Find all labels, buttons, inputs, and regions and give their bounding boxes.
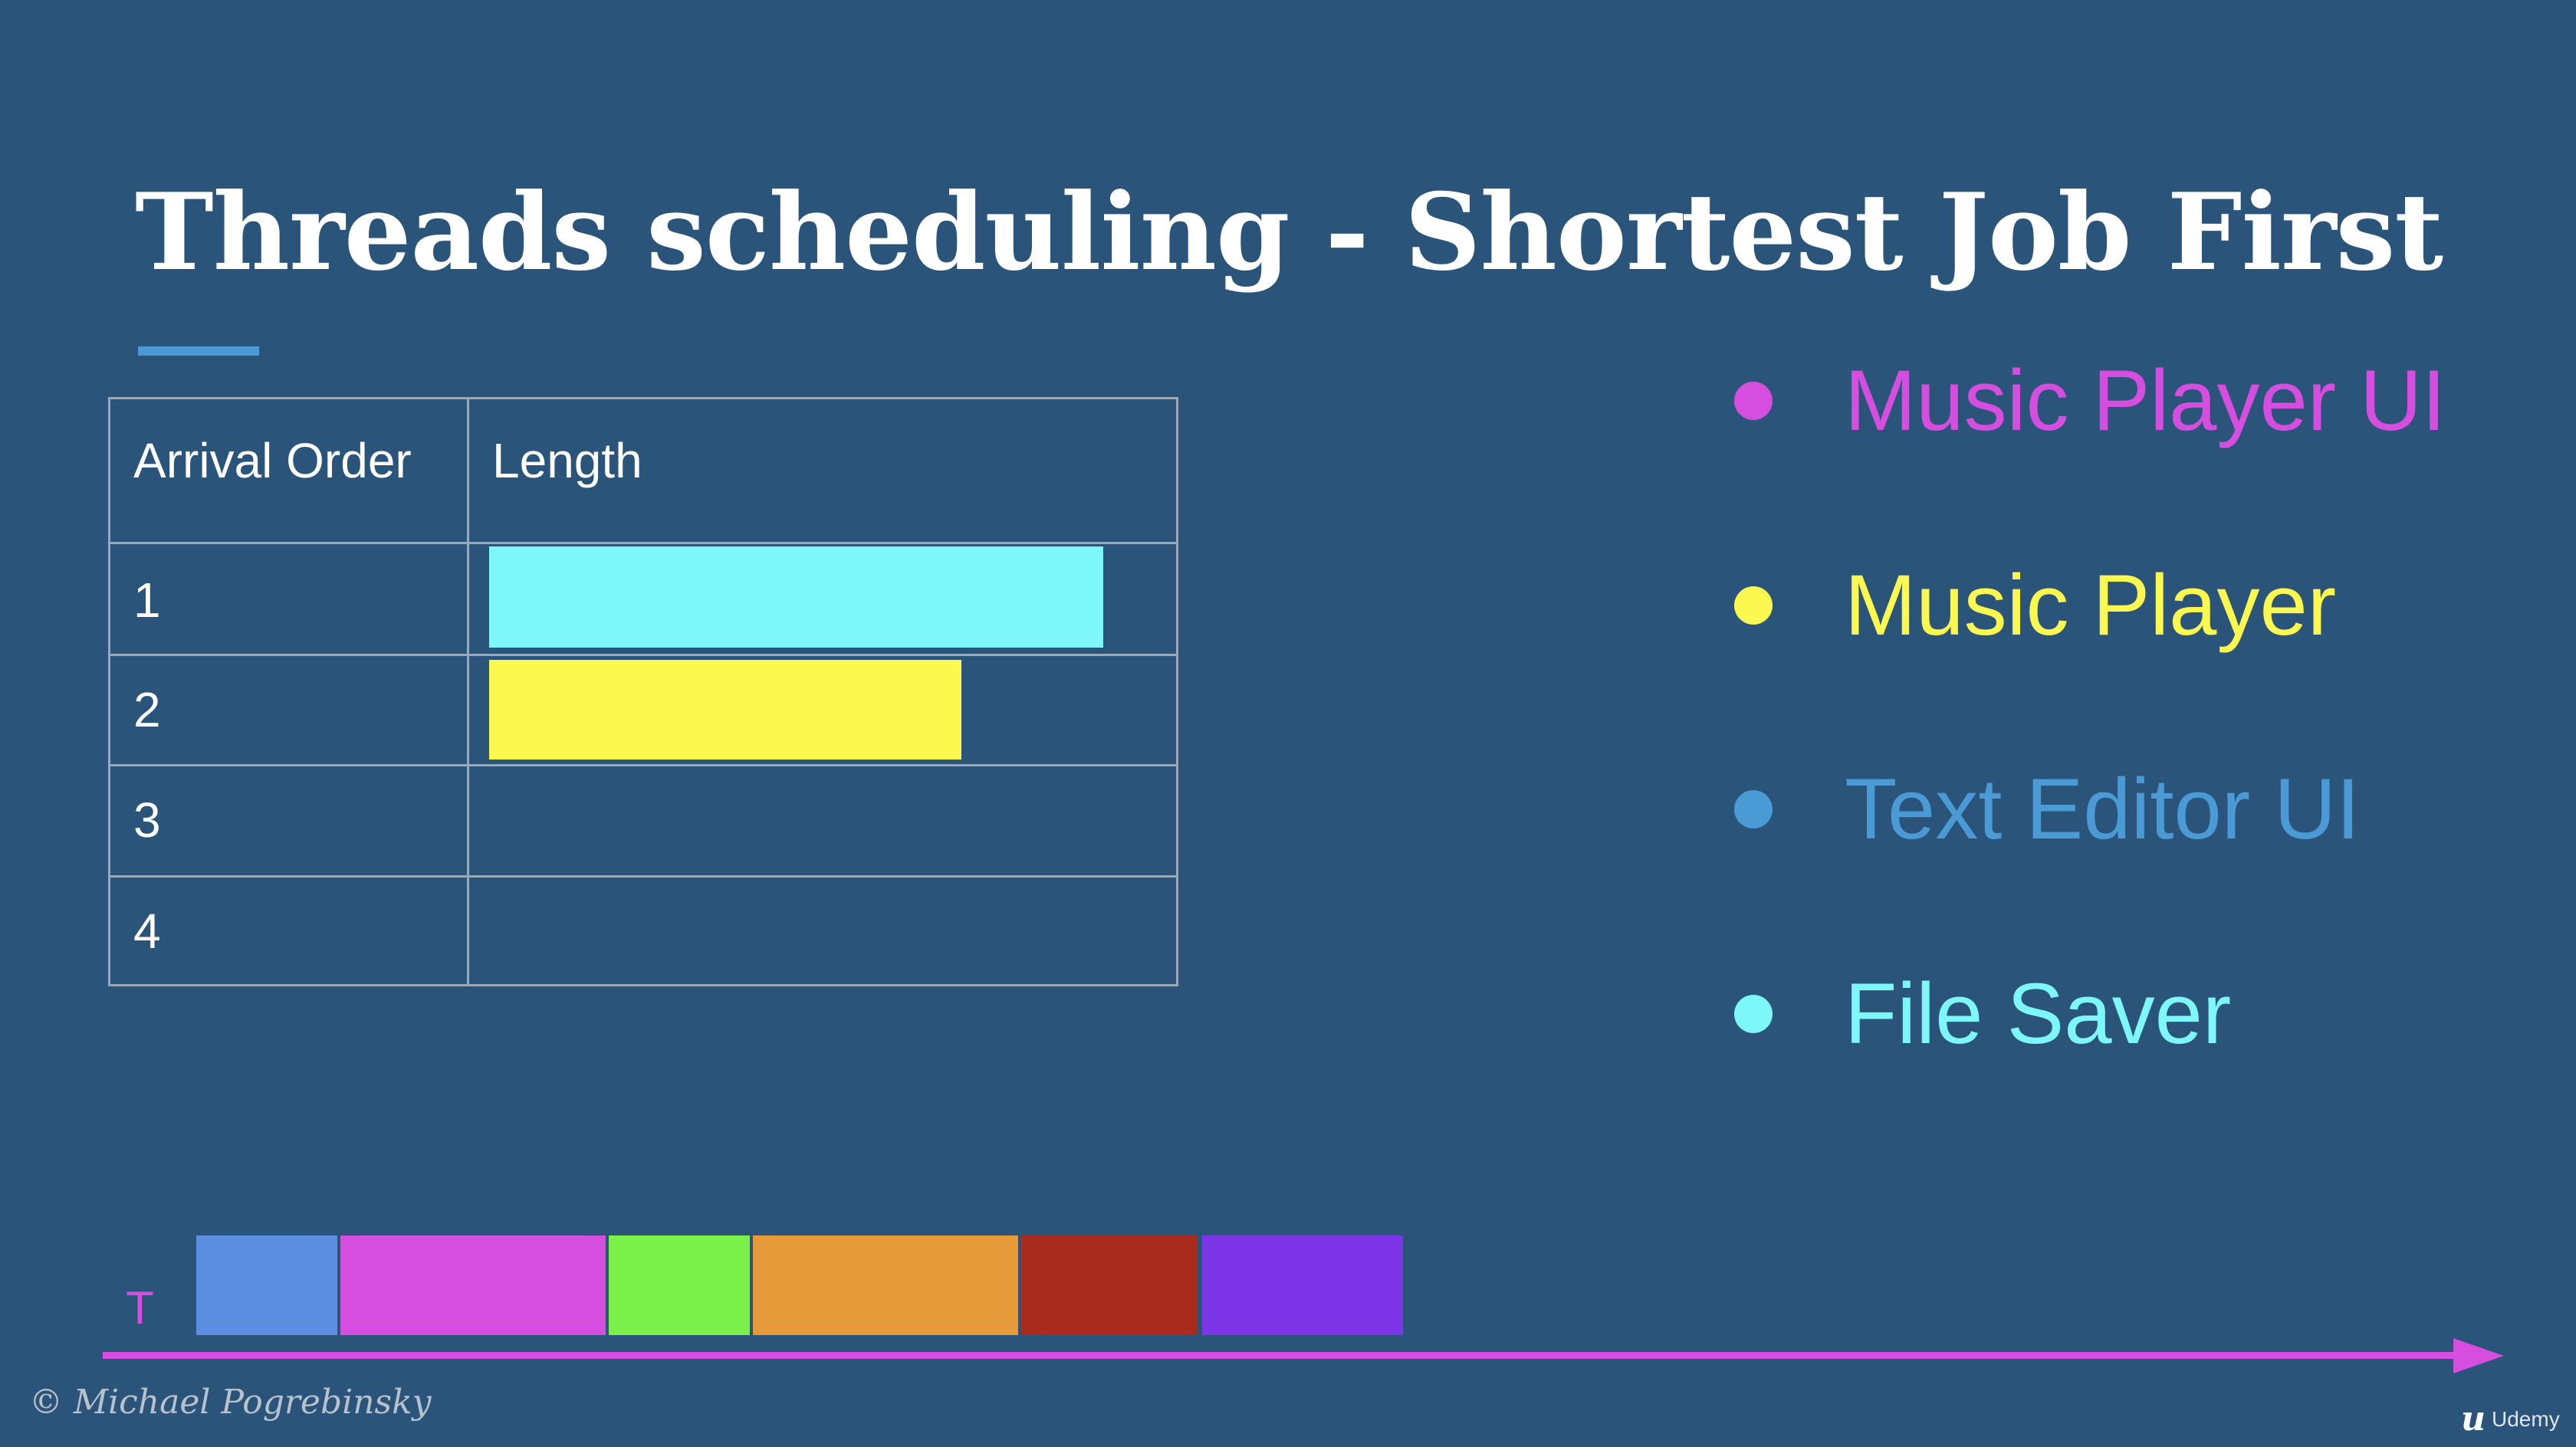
timeline-axis-label: T [126,1282,154,1334]
timeline-axis [103,1352,2466,1359]
table-row-divider [110,542,1176,544]
timeline-block [753,1235,1018,1335]
legend-item-music-player-ui: Music Player UI [1734,351,2446,451]
bullet-dot-icon [1734,586,1773,625]
legend-label: Music Player UI [1845,353,2446,448]
timeline-block [1021,1235,1198,1335]
legend-label: Text Editor UI [1845,761,2361,857]
timeline-block [609,1235,750,1335]
timeline-block [196,1235,337,1335]
legend-item-file-saver: File Saver [1734,964,2231,1064]
legend-item-text-editor-ui: Text Editor UI [1734,760,2360,859]
table-row-divider [110,875,1176,878]
arrival-table: Arrival Order Length 1 2 3 4 [108,397,1178,986]
length-bar-row-2 [489,660,961,760]
slide-title: Threads scheduling - Shortest Job First [135,169,2443,294]
bullet-dot-icon [1734,790,1773,828]
brand-name: Udemy [2492,1406,2560,1431]
row-order-1: 1 [133,573,161,628]
bullet-dot-icon [1734,382,1773,420]
length-bar-row-1 [489,546,1103,648]
table-row-divider [110,654,1176,656]
legend-label: File Saver [1845,966,2232,1061]
timeline-block [340,1235,606,1335]
header-arrival-order: Arrival Order [133,433,412,488]
brand-watermark: u Udemy [2461,1399,2560,1439]
table-column-divider [467,399,469,984]
row-order-4: 4 [133,904,161,959]
slide: Threads scheduling - Shortest Job First … [0,0,2576,1447]
legend-label: Music Player [1845,557,2337,653]
timeline-block [1202,1235,1403,1335]
bullet-dot-icon [1734,995,1773,1033]
udemy-logo-icon: u [2461,1399,2486,1439]
title-underline [138,346,259,356]
row-order-2: 2 [133,682,161,737]
copyright-text: © Michael Pogrebinsky [29,1383,432,1422]
header-length: Length [492,433,642,488]
table-row-divider [110,764,1176,766]
arrow-right-icon [2453,1338,2504,1373]
legend-item-music-player: Music Player [1734,556,2336,655]
row-order-3: 3 [133,792,161,848]
